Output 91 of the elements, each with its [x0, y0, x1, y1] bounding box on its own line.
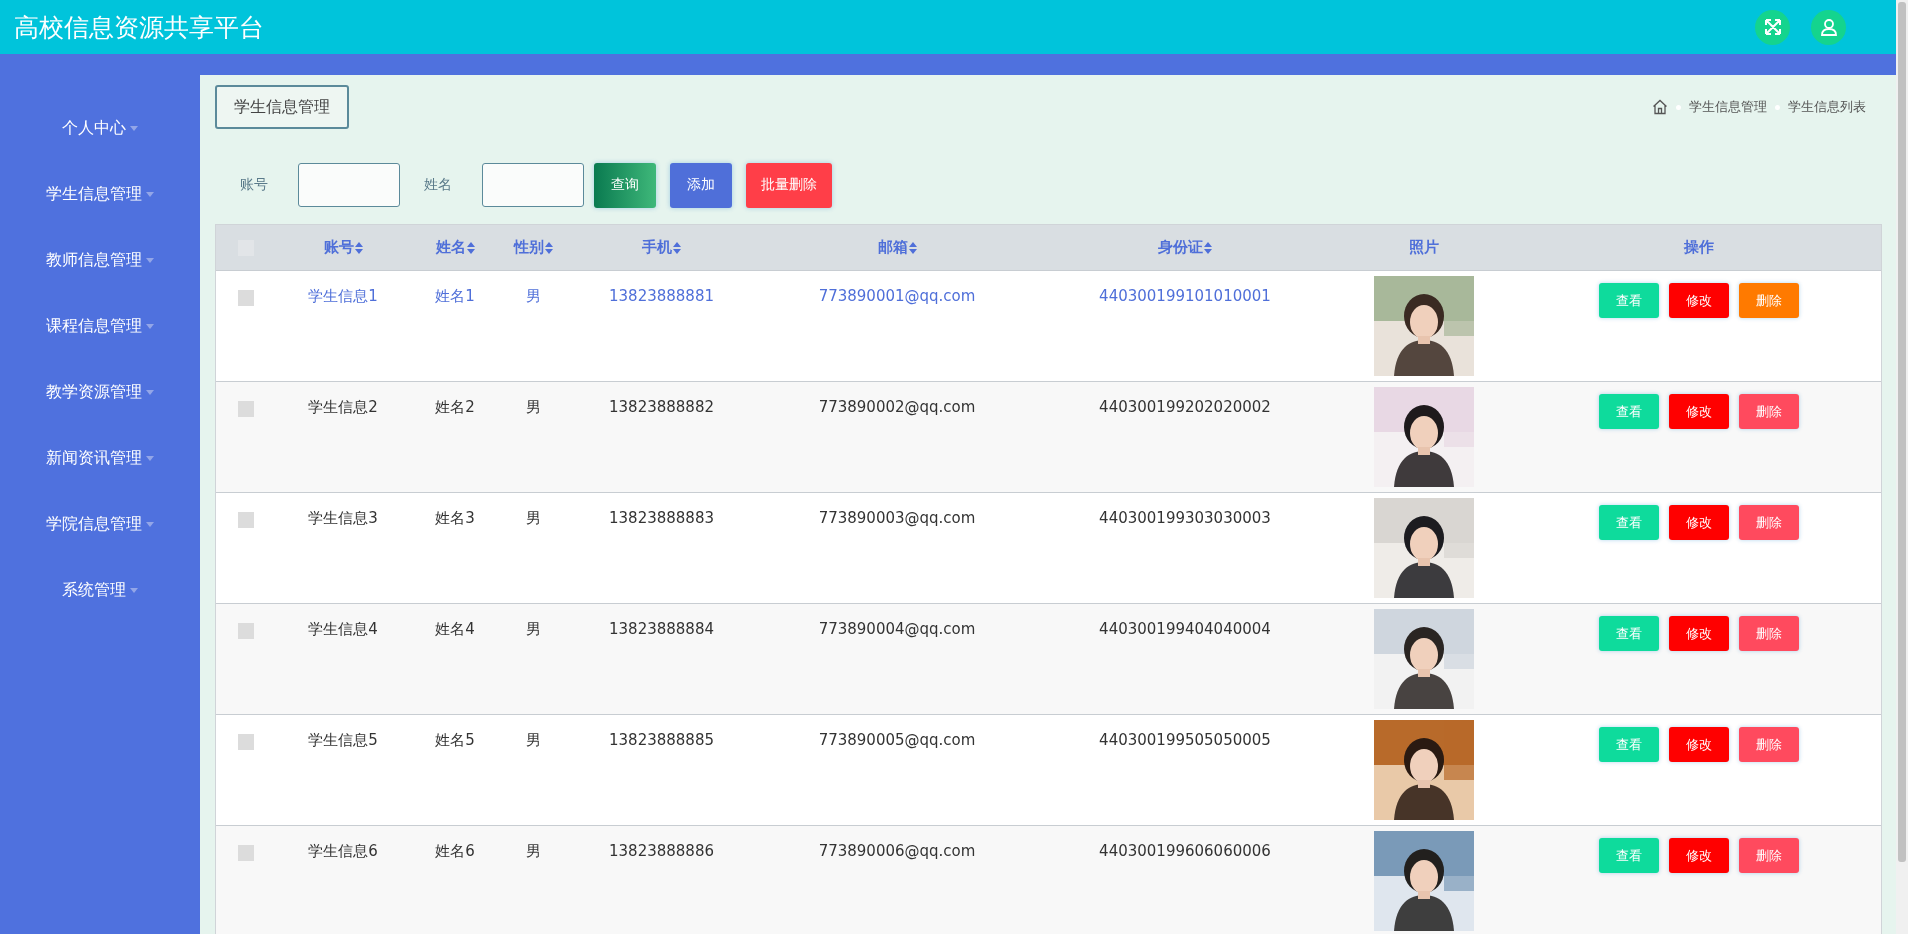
column-header[interactable]: 邮箱 — [877, 238, 908, 257]
column-header[interactable]: 性别 — [514, 238, 544, 257]
breadcrumb-item[interactable]: 学生信息列表 — [1788, 98, 1866, 116]
table-cell: 姓名5 — [435, 731, 475, 750]
scrollbar[interactable] — [1898, 2, 1906, 862]
table-cell: 姓名1 — [435, 287, 475, 306]
table-cell: 13823888883 — [609, 509, 714, 527]
table-cell: 13823888884 — [609, 620, 714, 638]
column-header[interactable]: 身份证 — [1158, 238, 1203, 257]
sort-icon[interactable] — [545, 241, 553, 254]
table-cell: 773890004@qq.com — [818, 620, 976, 638]
delete-button[interactable]: 删除 — [1738, 616, 1799, 651]
field-label: 姓名 — [424, 176, 452, 194]
table-cell: 440300199303030003 — [1099, 509, 1271, 527]
table-cell: 姓名3 — [435, 509, 475, 528]
table-cell: 姓名6 — [435, 842, 475, 861]
row-checkbox[interactable] — [238, 401, 254, 417]
table-cell: 学生信息2 — [308, 398, 378, 417]
table-cell: 13823888881 — [609, 287, 714, 305]
table-cell: 13823888885 — [609, 731, 714, 749]
row-checkbox[interactable] — [238, 512, 254, 528]
sidebar-item[interactable]: 新闻资讯管理 — [0, 425, 200, 491]
sidebar-item[interactable]: 学生信息管理 — [0, 161, 200, 227]
sidebar-item[interactable]: 课程信息管理 — [0, 293, 200, 359]
sort-icon[interactable] — [673, 241, 681, 254]
sidebar-item[interactable]: 学院信息管理 — [0, 491, 200, 557]
edit-button[interactable]: 修改 — [1668, 505, 1729, 540]
fullscreen-icon[interactable] — [1755, 9, 1790, 45]
batch-delete-button[interactable]: 批量删除 — [746, 162, 832, 208]
row-checkbox[interactable] — [238, 845, 254, 861]
delete-button[interactable]: 删除 — [1738, 727, 1799, 762]
table-cell: 男 — [526, 731, 541, 750]
edit-button[interactable]: 修改 — [1668, 727, 1729, 762]
delete-button[interactable]: 删除 — [1738, 283, 1799, 318]
row-checkbox[interactable] — [238, 290, 254, 306]
table-cell: 773890001@qq.com — [818, 287, 976, 305]
table-cell: 440300199505050005 — [1099, 731, 1271, 749]
row-checkbox[interactable] — [238, 623, 254, 639]
table-cell: 男 — [526, 398, 541, 417]
table-cell: 13823888882 — [609, 398, 714, 416]
query-button[interactable]: 查询 — [594, 162, 656, 208]
table-cell: 440300199101010001 — [1099, 287, 1271, 305]
sidebar-item[interactable]: 个人中心 — [0, 95, 200, 161]
table-cell: 773890006@qq.com — [818, 842, 976, 860]
delete-button[interactable]: 删除 — [1738, 394, 1799, 429]
search-field[interactable] — [482, 163, 584, 207]
column-header[interactable]: 手机 — [642, 238, 672, 257]
column-header[interactable]: 姓名 — [435, 238, 466, 257]
table-cell: 姓名4 — [435, 620, 475, 639]
table-cell: 773890002@qq.com — [818, 398, 976, 416]
sidebar-item[interactable]: 教师信息管理 — [0, 227, 200, 293]
column-header: 照片 — [1408, 238, 1439, 257]
edit-button[interactable]: 修改 — [1668, 283, 1729, 318]
app-title: 高校信息资源共享平台 — [14, 11, 264, 44]
table-cell: 440300199606060006 — [1099, 842, 1271, 860]
search-field[interactable] — [298, 163, 400, 207]
table-cell: 学生信息4 — [308, 620, 378, 639]
delete-button[interactable]: 删除 — [1738, 505, 1799, 540]
table-cell: 学生信息6 — [308, 842, 378, 861]
column-header[interactable]: 账号 — [323, 238, 354, 257]
page-tab[interactable]: 学生信息管理 — [215, 85, 349, 129]
table-cell: 男 — [526, 842, 541, 861]
table-cell: 男 — [526, 509, 541, 528]
column-header: 操作 — [1683, 238, 1714, 257]
row-checkbox[interactable] — [238, 734, 254, 750]
sidebar-item[interactable]: 教学资源管理 — [0, 359, 200, 425]
table-cell: 姓名2 — [435, 398, 475, 417]
edit-button[interactable]: 修改 — [1668, 616, 1729, 651]
table-cell: 440300199404040004 — [1099, 620, 1271, 638]
table-cell: 440300199202020002 — [1099, 398, 1271, 416]
sidebar-item[interactable]: 系统管理 — [0, 557, 200, 623]
table-cell: 学生信息3 — [308, 509, 378, 528]
breadcrumb-item[interactable]: 学生信息管理 — [1689, 98, 1767, 116]
sort-icon[interactable] — [1204, 241, 1212, 254]
edit-button[interactable]: 修改 — [1668, 394, 1729, 429]
edit-button[interactable]: 修改 — [1668, 838, 1729, 873]
user-icon[interactable] — [1811, 9, 1846, 45]
table-cell: 13823888886 — [609, 842, 714, 860]
sort-icon[interactable] — [466, 241, 475, 254]
sort-icon[interactable] — [354, 241, 363, 254]
home-icon[interactable] — [1652, 99, 1668, 115]
delete-button[interactable]: 删除 — [1738, 838, 1799, 873]
sort-icon[interactable] — [908, 241, 917, 254]
add-button[interactable]: 添加 — [670, 162, 732, 208]
table-cell: 男 — [526, 287, 541, 306]
table-cell: 773890005@qq.com — [818, 731, 976, 749]
table-cell: 男 — [526, 620, 541, 639]
table-cell: 学生信息5 — [308, 731, 378, 750]
table-cell: 学生信息1 — [308, 287, 378, 306]
table-cell: 773890003@qq.com — [818, 509, 976, 527]
field-label: 账号 — [240, 176, 268, 194]
